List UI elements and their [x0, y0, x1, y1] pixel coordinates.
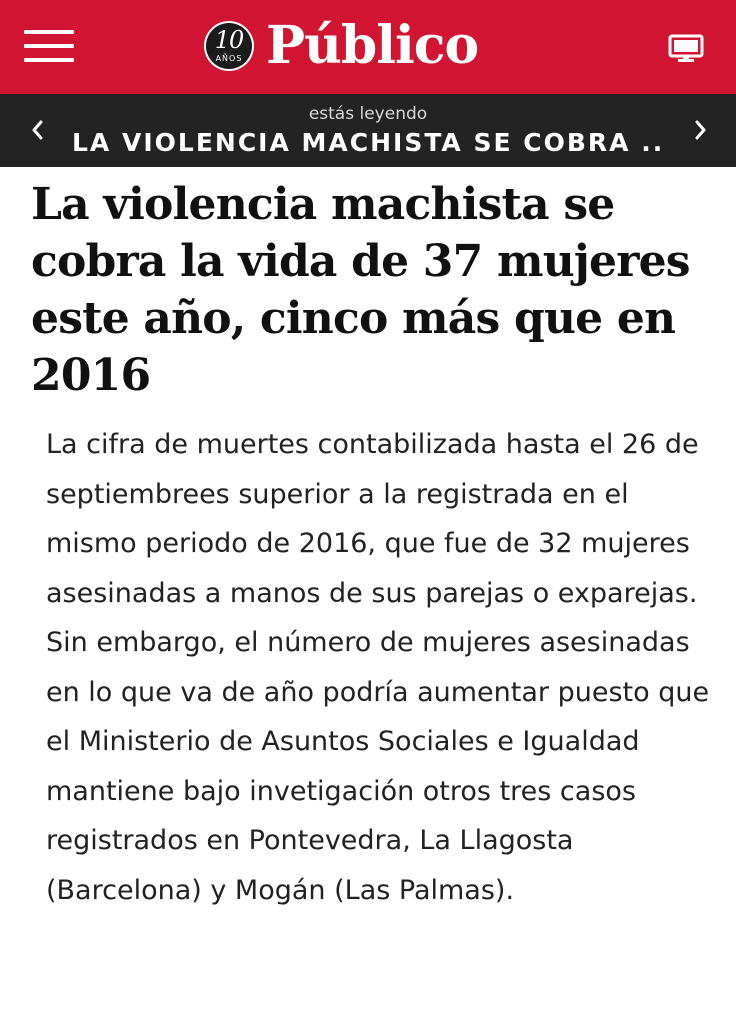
article-headline: La violencia machista se cobra la vida d… — [31, 179, 691, 401]
reading-now-bar: estás leyendo LA VIOLENCIA MACHISTA SE C… — [0, 94, 736, 167]
site-header: 10 AÑOS Público — [0, 0, 736, 94]
chevron-right-icon[interactable] — [688, 118, 712, 142]
desktop-monitor-icon[interactable] — [668, 34, 704, 62]
hamburger-menu-icon[interactable] — [24, 28, 74, 64]
badge-number: 10 — [214, 26, 245, 54]
reading-label: estás leyendo — [308, 104, 428, 124]
brand-name: Público — [266, 15, 479, 76]
reading-title[interactable]: LA VIOLENCIA MACHISTA SE COBRA ... — [72, 128, 664, 157]
article-summary: La cifra de muertes contabilizada hasta … — [46, 429, 710, 906]
anniversary-badge: 10 AÑOS — [204, 21, 254, 71]
badge-years: AÑOS — [215, 54, 243, 63]
publico-logo[interactable]: 10 AÑOS Público — [204, 15, 479, 76]
